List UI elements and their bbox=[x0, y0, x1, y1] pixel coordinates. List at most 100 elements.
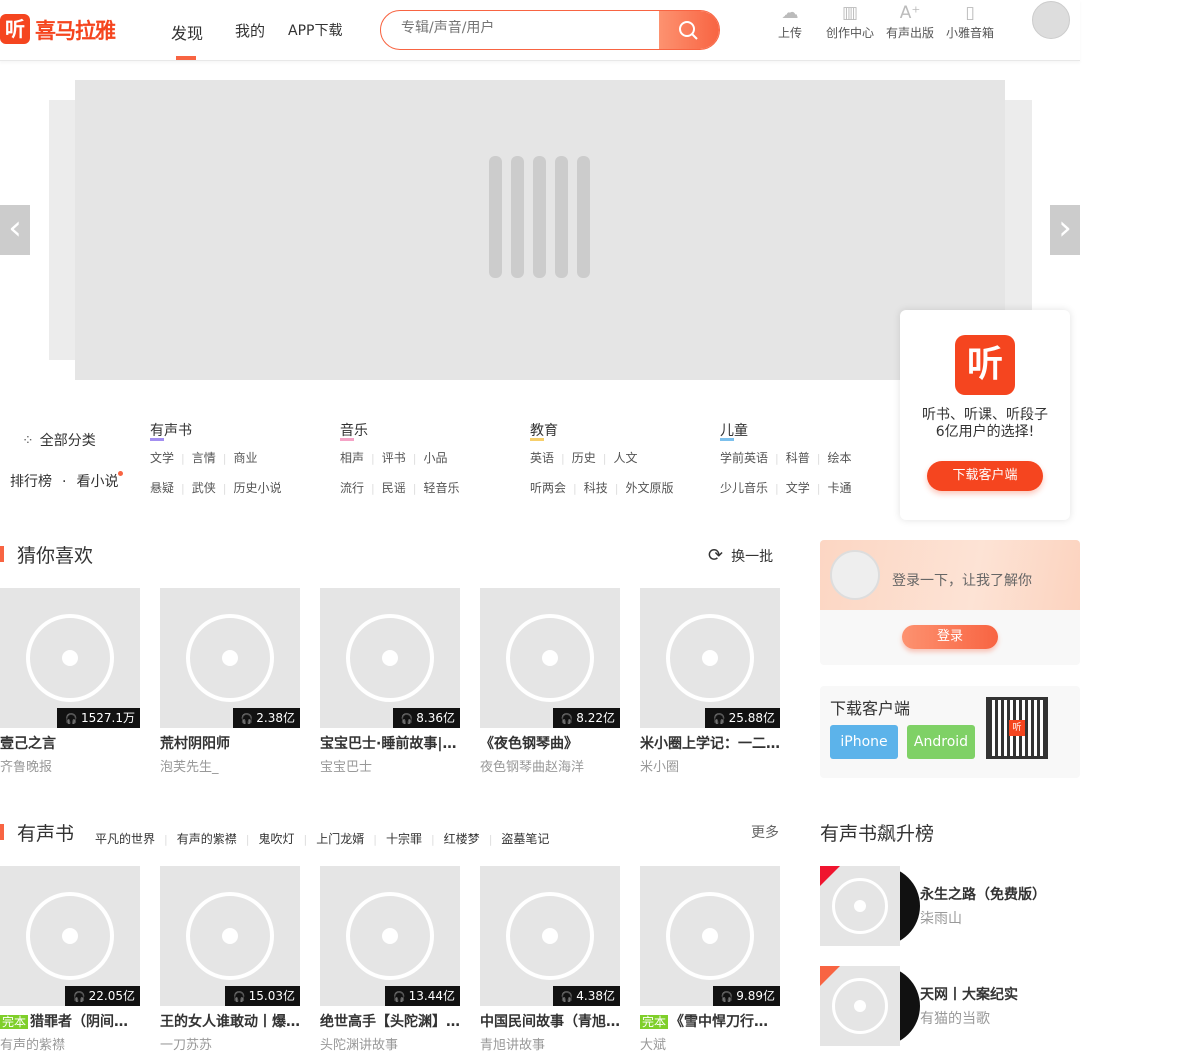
category-link[interactable]: 武侠 bbox=[192, 481, 216, 495]
category-link[interactable]: 小品 bbox=[423, 451, 447, 465]
album-card[interactable]: 🎧 8.36亿宝宝巴士·睡前故事|4… 宝宝巴士 bbox=[320, 588, 460, 775]
album-title[interactable]: 宝宝巴士·睡前故事|4… bbox=[320, 734, 460, 754]
album-cover[interactable]: 🎧 4.38亿 bbox=[480, 866, 620, 1006]
category-link[interactable]: 学前英语 bbox=[720, 451, 768, 465]
album-card[interactable]: 🎧 1527.1万壹己之言齐鲁晚报 bbox=[0, 588, 140, 775]
audiobook-tag[interactable]: 十宗罪 bbox=[386, 832, 422, 846]
category-link[interactable]: 历史 bbox=[572, 451, 596, 465]
audiobook-tag[interactable]: 上门龙婿 bbox=[316, 832, 364, 846]
album-cover[interactable]: 🎧 15.03亿 bbox=[160, 866, 300, 1006]
album-title[interactable]: 完本 猎罪者（阴间神… bbox=[0, 1012, 140, 1032]
audiobook-tag[interactable]: 红楼梦 bbox=[444, 832, 480, 846]
logo-text[interactable]: 喜马拉雅 bbox=[35, 15, 116, 45]
album-title[interactable]: 中国民间故事（青旭… bbox=[480, 1012, 620, 1032]
album-card[interactable]: 🎧 25.88亿米小圈上学记：一二… 米小圈 bbox=[640, 588, 780, 775]
login-button[interactable]: 登录 bbox=[902, 625, 998, 649]
category-link[interactable]: 流行 bbox=[340, 481, 364, 495]
album-cover[interactable]: 🎧 1527.1万 bbox=[0, 588, 140, 728]
category-link[interactable]: 民谣 bbox=[382, 481, 406, 495]
album-cover[interactable]: 🎧 13.44亿 bbox=[320, 866, 460, 1006]
audiobook-tag[interactable]: 平凡的世界 bbox=[95, 832, 155, 846]
album-author[interactable]: 大斌 bbox=[640, 1034, 780, 1053]
audiobook-tag[interactable]: 鬼吹灯 bbox=[258, 832, 294, 846]
category-link[interactable]: 历史小说 bbox=[233, 481, 281, 495]
album-card[interactable]: 🎧 4.38亿中国民间故事（青旭… 青旭讲故事 bbox=[480, 866, 620, 1053]
banner-prev-arrow-icon[interactable]: ‹ bbox=[0, 205, 30, 255]
creator-center-button[interactable]: ▥ 创作中心 bbox=[820, 2, 880, 41]
category-link[interactable]: 言情 bbox=[192, 451, 216, 465]
album-cover[interactable]: 🎧 9.89亿 bbox=[640, 866, 780, 1006]
refresh-button[interactable]: ⟳ 换一批 bbox=[708, 545, 773, 566]
banner-carousel[interactable] bbox=[75, 80, 1005, 380]
album-title[interactable]: 荒村阴阳师 bbox=[160, 734, 300, 754]
category-link[interactable]: 文学 bbox=[150, 451, 174, 465]
category-heading[interactable]: 音乐 bbox=[340, 420, 368, 440]
category-link[interactable]: 人文 bbox=[613, 451, 637, 465]
category-heading[interactable]: 儿童 bbox=[720, 420, 748, 440]
album-card[interactable]: 🎧 8.22亿 《夜色钢琴曲》 夜色钢琴曲赵海洋 bbox=[480, 588, 620, 775]
category-link[interactable]: 外文原版 bbox=[625, 481, 673, 495]
user-avatar[interactable] bbox=[1032, 1, 1070, 39]
album-title[interactable]: 绝世高手【头陀渊】… bbox=[320, 1012, 460, 1032]
ranking-link[interactable]: 排行榜 bbox=[10, 474, 52, 490]
ranking-cover[interactable] bbox=[820, 966, 900, 1046]
ranking-item[interactable]: 天网丨大案纪实 有猫的当歌 bbox=[820, 966, 1080, 1046]
iphone-download-button[interactable]: iPhone bbox=[830, 725, 898, 759]
album-author[interactable]: 有声的紫襟 bbox=[0, 1034, 140, 1053]
category-heading[interactable]: 教育 bbox=[530, 420, 558, 440]
nav-mine[interactable]: 我的 bbox=[235, 20, 265, 41]
album-title[interactable]: 完本 《雪中悍刀行》… bbox=[640, 1012, 780, 1032]
ranking-item-author[interactable]: 有猫的当歌 bbox=[920, 1008, 990, 1028]
category-link[interactable]: 轻音乐 bbox=[423, 481, 459, 495]
album-card[interactable]: 🎧 13.44亿绝世高手【头陀渊】… 头陀渊讲故事 bbox=[320, 866, 460, 1053]
album-title[interactable]: 壹己之言 bbox=[0, 734, 140, 754]
ranking-item-title[interactable]: 天网丨大案纪实 bbox=[920, 984, 1018, 1004]
album-author[interactable]: 米小圈 bbox=[640, 756, 780, 775]
album-title[interactable]: 《夜色钢琴曲》 bbox=[480, 734, 620, 754]
category-link[interactable]: 绘本 bbox=[827, 451, 851, 465]
novel-link[interactable]: 看小说 bbox=[76, 474, 118, 490]
speaker-button[interactable]: ▯ 小雅音箱 bbox=[940, 2, 1000, 41]
album-card[interactable]: 🎧 22.05亿完本 猎罪者（阴间神… 有声的紫襟 bbox=[0, 866, 140, 1053]
all-categories-link[interactable]: ⁘ 全部分类 bbox=[22, 430, 96, 450]
album-cover[interactable]: 🎧 8.22亿 bbox=[480, 588, 620, 728]
album-title[interactable]: 米小圈上学记：一二… bbox=[640, 734, 780, 754]
ranking-cover[interactable] bbox=[820, 866, 900, 946]
download-client-button[interactable]: 下载客户端 bbox=[927, 461, 1043, 491]
category-link[interactable]: 少儿音乐 bbox=[720, 481, 768, 495]
search-input[interactable] bbox=[401, 20, 661, 36]
category-link[interactable]: 商业 bbox=[233, 451, 257, 465]
album-author[interactable]: 头陀渊讲故事 bbox=[320, 1034, 460, 1053]
category-link[interactable]: 悬疑 bbox=[150, 481, 174, 495]
banner-next-arrow-icon[interactable]: › bbox=[1050, 205, 1080, 255]
nav-discover[interactable]: 发现 bbox=[171, 20, 203, 44]
category-link[interactable]: 卡通 bbox=[827, 481, 851, 495]
album-card[interactable]: 🎧 15.03亿 王的女人谁敢动丨爆… 一刀苏苏 bbox=[160, 866, 300, 1053]
category-link[interactable]: 科技 bbox=[584, 481, 608, 495]
audiobook-tag[interactable]: 盗墓笔记 bbox=[501, 832, 549, 846]
upload-button[interactable]: ☁ 上传 bbox=[760, 2, 820, 41]
ranking-item[interactable]: 永生之路（免费版） 柒雨山 bbox=[820, 866, 1080, 946]
album-author[interactable]: 宝宝巴士 bbox=[320, 756, 460, 775]
album-card[interactable]: 🎧 2.38亿 荒村阴阳师 泡芙先生_ bbox=[160, 588, 300, 775]
more-link[interactable]: 更多 bbox=[751, 822, 779, 842]
audiobook-tag[interactable]: 有声的紫襟 bbox=[177, 832, 237, 846]
android-download-button[interactable]: Android bbox=[907, 725, 975, 759]
publishing-button[interactable]: A⁺ 有声出版 bbox=[880, 2, 940, 41]
ranking-item-author[interactable]: 柒雨山 bbox=[920, 908, 962, 928]
logo-icon[interactable]: 听 bbox=[0, 14, 30, 44]
search-button[interactable] bbox=[659, 11, 719, 49]
album-cover[interactable]: 🎧 8.36亿 bbox=[320, 588, 460, 728]
album-author[interactable]: 一刀苏苏 bbox=[160, 1034, 300, 1053]
category-link[interactable]: 英语 bbox=[530, 451, 554, 465]
album-cover[interactable]: 🎧 25.88亿 bbox=[640, 588, 780, 728]
category-link[interactable]: 相声 bbox=[340, 451, 364, 465]
album-author[interactable]: 齐鲁晚报 bbox=[0, 756, 140, 775]
category-link[interactable]: 科普 bbox=[786, 451, 810, 465]
album-card[interactable]: 🎧 9.89亿完本 《雪中悍刀行》… 大斌 bbox=[640, 866, 780, 1053]
album-author[interactable]: 青旭讲故事 bbox=[480, 1034, 620, 1053]
category-link[interactable]: 文学 bbox=[786, 481, 810, 495]
album-cover[interactable]: 🎧 22.05亿 bbox=[0, 866, 140, 1006]
album-author[interactable]: 泡芙先生_ bbox=[160, 756, 300, 775]
category-link[interactable]: 评书 bbox=[382, 451, 406, 465]
